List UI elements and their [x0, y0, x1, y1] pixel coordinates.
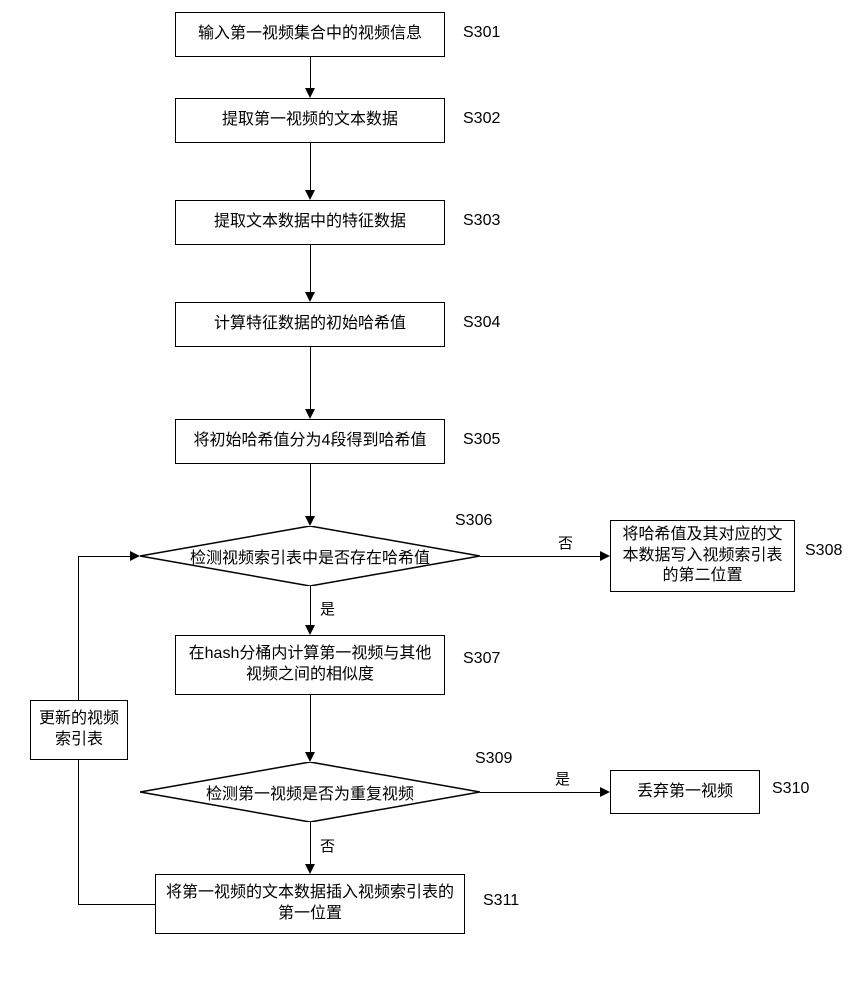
flowchart-diagram: 输入第一视频集合中的视频信息 S301 提取第一视频的文本数据 S302 提取文…	[0, 0, 859, 1000]
label-s305: S305	[463, 431, 500, 449]
node-s305: 将初始哈希值分为4段得到哈希值	[175, 419, 445, 464]
node-side: 更新的视频索引表	[30, 700, 128, 760]
branch-no-s306: 否	[558, 532, 573, 553]
label-s301: S301	[463, 24, 500, 42]
label-s304: S304	[463, 314, 500, 332]
node-s301: 输入第一视频集合中的视频信息	[175, 12, 445, 57]
node-s304: 计算特征数据的初始哈希值	[175, 302, 445, 347]
node-s306: 检测视频索引表中是否存在哈希值	[140, 526, 480, 586]
node-s311: 将第一视频的文本数据插入视频索引表的第一位置	[155, 874, 465, 934]
label-s309: S309	[475, 750, 512, 768]
label-s307: S307	[463, 650, 500, 668]
node-s310: 丢弃第一视频	[610, 770, 760, 814]
branch-yes-s306: 是	[320, 598, 335, 619]
node-s309: 检测第一视频是否为重复视频	[140, 762, 480, 822]
branch-yes-s309: 是	[555, 768, 570, 789]
label-s311: S311	[483, 892, 519, 910]
label-s302: S302	[463, 110, 500, 128]
label-s306: S306	[455, 512, 492, 530]
branch-no-s309: 否	[320, 835, 335, 856]
label-s308: S308	[805, 542, 842, 560]
label-s310: S310	[772, 780, 809, 798]
node-s307: 在hash分桶内计算第一视频与其他视频之间的相似度	[175, 635, 445, 695]
node-s308: 将哈希值及其对应的文本数据写入视频索引表的第二位置	[610, 520, 795, 592]
node-s303: 提取文本数据中的特征数据	[175, 200, 445, 245]
label-s303: S303	[463, 212, 500, 230]
node-s302: 提取第一视频的文本数据	[175, 98, 445, 143]
